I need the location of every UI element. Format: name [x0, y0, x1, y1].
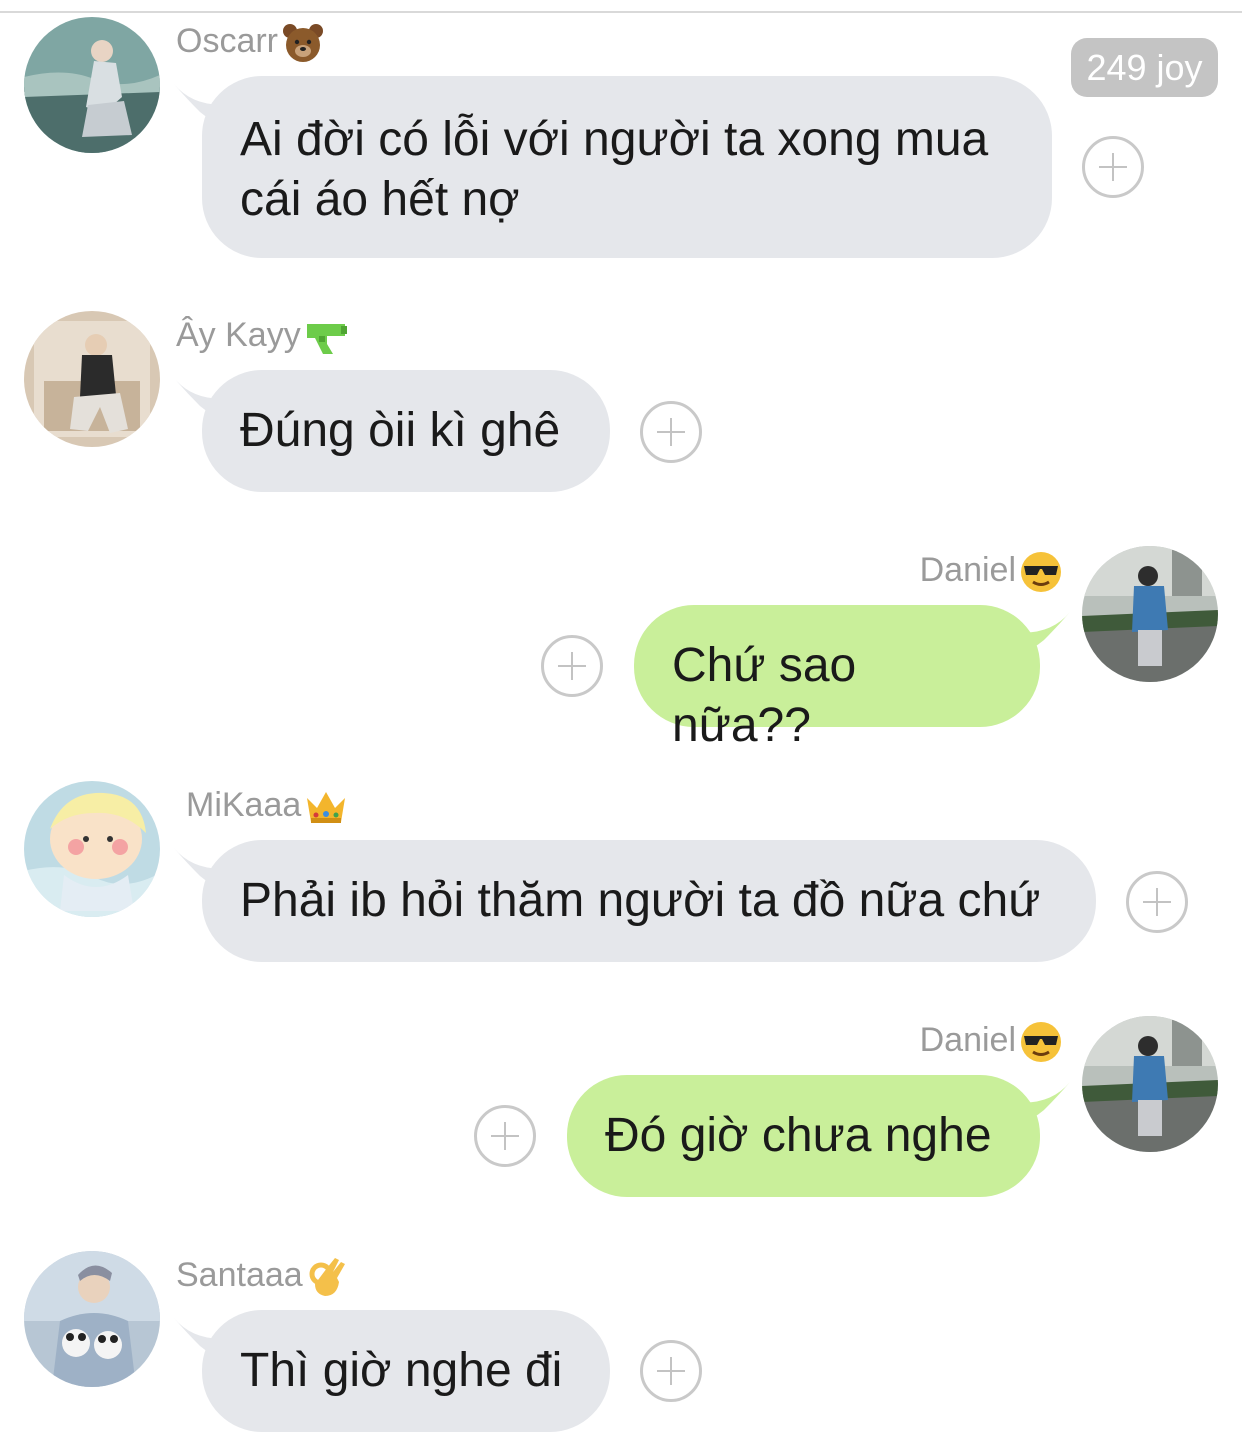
message-bubble[interactable]: Chứ sao nữa?? — [634, 605, 1040, 752]
sunglasses-face-emoji — [1018, 1019, 1064, 1065]
avatar-oscarr[interactable] — [24, 17, 160, 153]
message-text: Thì giờ nghe đi — [240, 1344, 563, 1397]
top-divider — [0, 11, 1242, 13]
message-bubble[interactable]: Ai đời có lỗi với người ta xong mua cái … — [202, 76, 1052, 258]
message-text: Phải ib hỏi thăm người ta đồ nữa chứ — [240, 874, 1041, 927]
message-text: Chứ sao nữa?? — [672, 639, 857, 752]
sender-name: MiKaaa — [186, 784, 349, 830]
avatar-ay-kayy[interactable] — [24, 311, 160, 447]
add-reaction-button[interactable] — [640, 1340, 702, 1402]
message-text: Đúng òii kì ghê — [240, 404, 561, 457]
bear-emoji — [280, 20, 326, 66]
message-text: Đó giờ chưa nghe — [605, 1109, 992, 1162]
sender-name: Oscarr — [176, 20, 326, 66]
add-reaction-button[interactable] — [1082, 136, 1144, 198]
joy-badge: 249 joy — [1071, 38, 1218, 97]
add-reaction-button[interactable] — [640, 401, 702, 463]
message-bubble[interactable]: Đúng òii kì ghê — [202, 370, 610, 492]
avatar-daniel[interactable] — [1082, 1016, 1218, 1152]
message-text: Ai đời có lỗi với người ta xong mua cái … — [240, 113, 989, 226]
avatar-santaaa[interactable] — [24, 1251, 160, 1387]
sender-name: Ây Kayy — [176, 314, 349, 360]
message-bubble[interactable]: Phải ib hỏi thăm người ta đồ nữa chứ — [202, 840, 1096, 962]
add-reaction-button[interactable] — [541, 635, 603, 697]
avatar-daniel[interactable] — [1082, 546, 1218, 682]
ok-hand-emoji — [305, 1254, 351, 1300]
message-bubble[interactable]: Thì giờ nghe đi — [202, 1310, 610, 1432]
water-pistol-emoji — [303, 314, 349, 360]
sender-name: Santaaa — [176, 1254, 351, 1300]
sender-name: Daniel — [880, 1019, 1064, 1065]
crown-emoji — [303, 784, 349, 830]
sunglasses-face-emoji — [1018, 549, 1064, 595]
add-reaction-button[interactable] — [474, 1105, 536, 1167]
sender-name: Daniel — [880, 549, 1064, 595]
add-reaction-button[interactable] — [1126, 871, 1188, 933]
avatar-mikaaa[interactable] — [24, 781, 160, 917]
message-bubble[interactable]: Đó giờ chưa nghe — [567, 1075, 1040, 1197]
